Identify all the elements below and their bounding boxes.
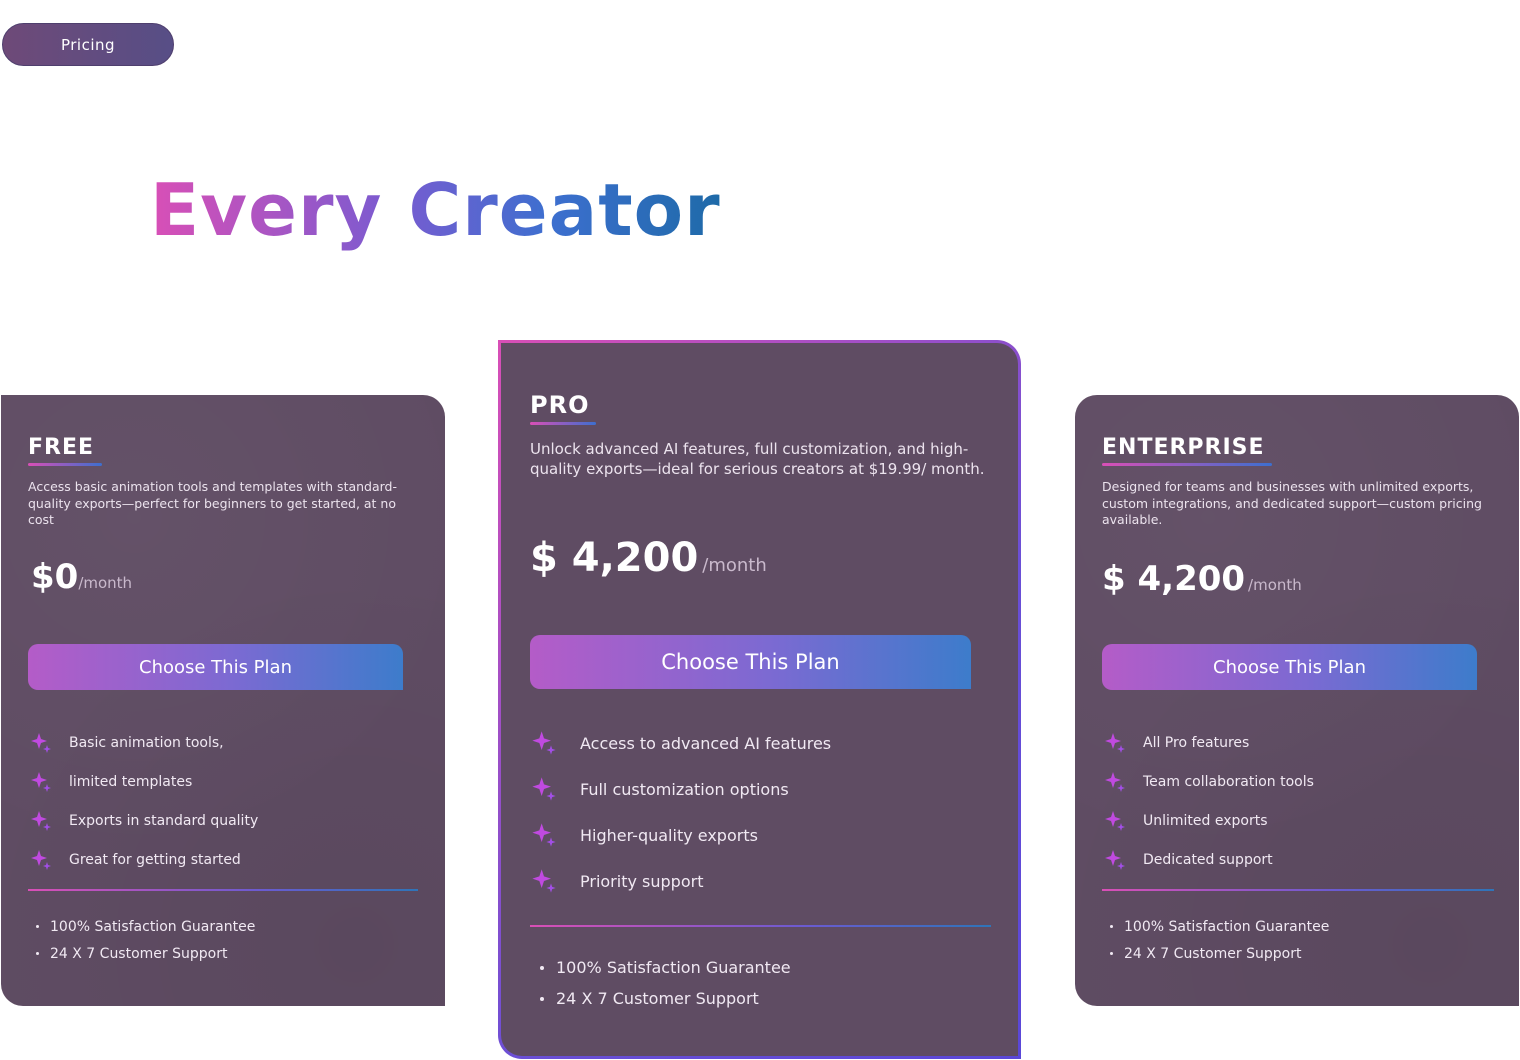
- feature-label: Team collaboration tools: [1143, 773, 1314, 790]
- feature-item: limited templates: [29, 762, 258, 801]
- sparkle-icon: [530, 867, 580, 895]
- feature-label: limited templates: [69, 773, 193, 790]
- guarantee-item: 24 X 7 Customer Support: [540, 983, 791, 1014]
- price-period: /month: [702, 555, 767, 576]
- guarantee-label: 24 X 7 Customer Support: [50, 945, 228, 962]
- pricing-badge[interactable]: Pricing: [2, 23, 174, 66]
- feature-label: Priority support: [580, 871, 704, 891]
- bullet-dot: [1110, 925, 1113, 928]
- feature-list: All Pro features Team collaboration tool…: [1103, 723, 1314, 879]
- plan-description: Designed for teams and businesses with u…: [1102, 479, 1482, 528]
- sparkle-icon: [530, 729, 580, 757]
- plan-name: FREE: [28, 435, 95, 460]
- feature-label: Dedicated support: [1143, 851, 1273, 868]
- price-period: /month: [78, 574, 133, 592]
- plan-price: $ 4,200/month: [1102, 559, 1302, 599]
- feature-label: Full customization options: [580, 779, 789, 799]
- feature-item: Exports in standard quality: [29, 801, 258, 840]
- price-amount: $0: [31, 557, 79, 597]
- guarantee-label: 100% Satisfaction Guarantee: [50, 918, 256, 935]
- price-amount: $ 4,200: [530, 535, 699, 581]
- plan-price: $0/month: [31, 557, 132, 597]
- feature-item: Access to advanced AI features: [530, 720, 831, 766]
- choose-plan-button[interactable]: Choose This Plan: [1102, 644, 1477, 690]
- plan-name-underline: [28, 463, 102, 466]
- pricing-badge-label: Pricing: [60, 35, 116, 54]
- bullet-dot: [540, 996, 544, 1001]
- guarantee-list: 100% Satisfaction Guarantee 24 X 7 Custo…: [36, 913, 255, 967]
- sparkle-icon: [29, 848, 69, 872]
- sparkle-icon: [1103, 809, 1143, 833]
- guarantee-item: 100% Satisfaction Guarantee: [36, 913, 255, 940]
- feature-item: Priority support: [530, 858, 831, 904]
- feature-label: Unlimited exports: [1143, 812, 1268, 829]
- plan-card-free: FREE Access basic animation tools and te…: [1, 395, 445, 1006]
- card-divider: [1102, 889, 1494, 891]
- guarantee-label: 24 X 7 Customer Support: [556, 989, 759, 1008]
- feature-item: Full customization options: [530, 766, 831, 812]
- feature-item: Unlimited exports: [1103, 801, 1314, 840]
- feature-label: Higher-quality exports: [580, 825, 758, 845]
- guarantee-list: 100% Satisfaction Guarantee 24 X 7 Custo…: [1110, 913, 1329, 967]
- feature-list: Access to advanced AI features Full cust…: [530, 720, 831, 904]
- feature-list: Basic animation tools, limited templates…: [29, 723, 258, 879]
- bullet-dot: [36, 925, 39, 928]
- choose-plan-button-label: Choose This Plan: [1213, 656, 1366, 678]
- plan-price: $ 4,200/month: [530, 535, 767, 581]
- sparkle-icon: [29, 809, 69, 833]
- feature-item: Higher-quality exports: [530, 812, 831, 858]
- choose-plan-button-label: Choose This Plan: [139, 656, 292, 678]
- feature-item: Basic animation tools,: [29, 723, 258, 762]
- guarantee-item: 24 X 7 Customer Support: [1110, 940, 1329, 967]
- bullet-dot: [1110, 952, 1113, 955]
- guarantee-label: 100% Satisfaction Guarantee: [1124, 918, 1330, 935]
- feature-label: Basic animation tools,: [69, 734, 224, 751]
- guarantee-item: 100% Satisfaction Guarantee: [1110, 913, 1329, 940]
- price-period: /month: [1248, 576, 1302, 594]
- feature-item: Team collaboration tools: [1103, 762, 1314, 801]
- choose-plan-button-label: Choose This Plan: [661, 650, 840, 674]
- guarantee-label: 100% Satisfaction Guarantee: [556, 958, 791, 977]
- guarantee-item: 24 X 7 Customer Support: [36, 940, 255, 967]
- plan-name-underline: [1102, 463, 1272, 466]
- hero-title: Every Creator: [150, 168, 721, 252]
- plan-name-underline: [530, 422, 596, 425]
- price-amount: $ 4,200: [1102, 559, 1246, 599]
- choose-plan-button[interactable]: Choose This Plan: [530, 635, 971, 689]
- sparkle-icon: [1103, 731, 1143, 755]
- sparkle-icon: [29, 770, 69, 794]
- sparkle-icon: [1103, 770, 1143, 794]
- plan-description: Access basic animation tools and templat…: [28, 479, 398, 528]
- plan-description: Unlock advanced AI features, full custom…: [530, 440, 985, 478]
- card-divider: [530, 925, 991, 927]
- guarantee-list: 100% Satisfaction Guarantee 24 X 7 Custo…: [540, 952, 791, 1014]
- feature-item: Great for getting started: [29, 840, 258, 879]
- plan-card-enterprise: ENTERPRISE Designed for teams and busine…: [1075, 395, 1519, 1006]
- feature-label: All Pro features: [1143, 734, 1250, 751]
- feature-item: All Pro features: [1103, 723, 1314, 762]
- guarantee-item: 100% Satisfaction Guarantee: [540, 952, 791, 983]
- plan-card-pro: PRO Unlock advanced AI features, full cu…: [498, 340, 1021, 1059]
- sparkle-icon: [530, 775, 580, 803]
- sparkle-icon: [29, 731, 69, 755]
- choose-plan-button[interactable]: Choose This Plan: [28, 644, 403, 690]
- feature-label: Access to advanced AI features: [580, 733, 832, 753]
- plan-name: ENTERPRISE: [1102, 435, 1265, 460]
- feature-label: Great for getting started: [69, 851, 241, 868]
- bullet-dot: [540, 965, 544, 970]
- plan-name: PRO: [530, 391, 590, 419]
- bullet-dot: [36, 952, 39, 955]
- card-divider: [28, 889, 418, 891]
- sparkle-icon: [1103, 848, 1143, 872]
- feature-item: Dedicated support: [1103, 840, 1314, 879]
- sparkle-icon: [530, 821, 580, 849]
- guarantee-label: 24 X 7 Customer Support: [1124, 945, 1302, 962]
- feature-label: Exports in standard quality: [69, 812, 259, 829]
